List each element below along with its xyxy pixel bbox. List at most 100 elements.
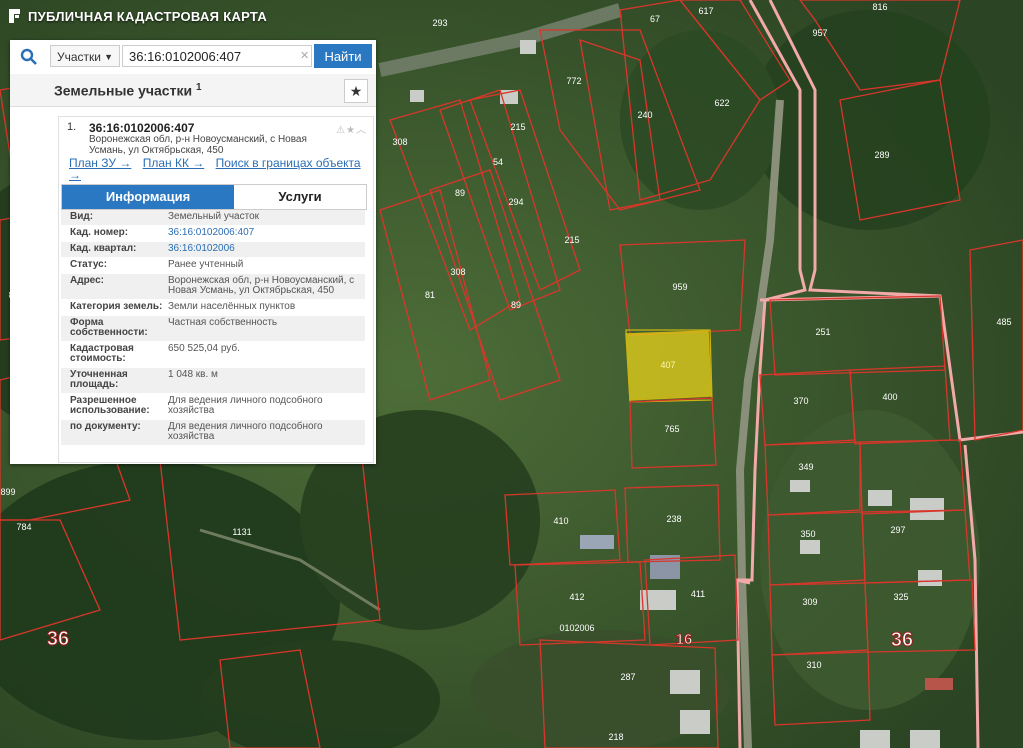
parcel-label: 410: [553, 516, 568, 526]
find-button[interactable]: Найти: [314, 44, 372, 68]
parcel-label: 816: [872, 2, 887, 12]
property-row: Кад. квартал: 36:16:0102006: [61, 242, 365, 258]
parcel-label: 251: [815, 327, 830, 337]
parcel-label: 407: [660, 360, 675, 370]
results-header: Земельные участки 1 ★: [10, 74, 376, 107]
parcel-label: 240: [637, 110, 652, 120]
favorite-star-icon[interactable]: ★: [344, 79, 368, 103]
category-select[interactable]: Участки ▼: [50, 45, 120, 67]
property-value: Для ведения личного подсобного хозяйства: [168, 395, 323, 416]
property-key: Категория земель:: [70, 301, 163, 312]
property-value: Земли населённых пунктов: [168, 301, 296, 312]
parcel-label: 67: [650, 14, 660, 24]
property-row: Вид: Земельный участок: [61, 210, 365, 226]
plan-kk-link[interactable]: План КК →: [143, 156, 205, 170]
parcel-label: 89: [455, 188, 465, 198]
property-key: по документу:: [70, 421, 141, 432]
app-title: ПУБЛИЧНАЯ КАДАСТРОВАЯ КАРТА: [28, 8, 268, 24]
parcel-label: 350: [800, 529, 815, 539]
property-key: Форма собственности:: [70, 317, 148, 338]
results-title-text: Земельные участки: [54, 82, 193, 99]
parcel-label: 325: [893, 592, 908, 602]
property-row: Кадастровая стоимость: 650 525,04 руб.: [61, 342, 365, 368]
property-value[interactable]: 36:16:0102006: [168, 244, 365, 254]
property-key: Кад. квартал:: [70, 243, 137, 254]
card-links: План ЗУ → План КК → Поиск в границах объ…: [69, 157, 369, 181]
parcel-label: 293: [432, 18, 447, 28]
property-value: Воронежская обл, р-н Новоусманский, с Но…: [168, 275, 355, 296]
property-key: Кадастровая стоимость:: [70, 343, 134, 364]
parcel-label: 215: [510, 122, 525, 132]
card-address: Воронежская обл, р-н Новоусманский, с Но…: [89, 134, 307, 156]
parcel-label: 772: [566, 76, 581, 86]
property-value: Ранее учтенный: [168, 259, 244, 270]
card-cad-number[interactable]: 36:16:0102006:407: [89, 121, 194, 135]
parcel-label: 370: [793, 396, 808, 406]
search-icon[interactable]: [20, 48, 38, 66]
parcel-label: 784: [16, 522, 31, 532]
parcel-label: 218: [608, 732, 623, 742]
district-label: 16: [676, 631, 693, 648]
card-action-icons[interactable]: ⚠★︿: [336, 121, 367, 136]
property-key: Уточненная площадь:: [70, 369, 128, 390]
property-row: Статус: Ранее учтенный: [61, 258, 365, 274]
parcel-label: 310: [806, 660, 821, 670]
parcel-label: 289: [874, 150, 889, 160]
property-row: Кад. номер: 36:16:0102006:407: [61, 226, 365, 242]
property-row: Форма собственности: Частная собственност…: [61, 316, 365, 342]
search-panel: Участки ▼ ✕ Найти Земельные участки 1 ★ …: [10, 40, 376, 464]
parcel-label: 411: [691, 589, 705, 599]
category-select-value: Участки: [57, 50, 101, 64]
parcel-label: 412: [569, 592, 584, 602]
parcel-label: 54: [493, 157, 503, 167]
parcel-label: 81: [425, 290, 435, 300]
chevron-down-icon: ▼: [104, 52, 113, 62]
parcel-label: 308: [450, 267, 465, 277]
property-table: Вид: Земельный участок Кад. номер: 36:16:01…: [61, 210, 365, 446]
property-value: Частная собственность: [168, 317, 278, 328]
property-key: Статус:: [70, 259, 108, 270]
parcel-label: 1131: [232, 527, 251, 537]
clear-icon[interactable]: ✕: [300, 49, 309, 62]
parcel-label: 215: [564, 235, 579, 245]
parcel-card: 1. 36:16:0102006:407 ⚠★︿ Воронежская обл…: [58, 116, 374, 463]
parcel-label: 238: [666, 514, 681, 524]
parcel-label: 89: [511, 300, 521, 310]
property-value: Для ведения личного подсобного хозяйства: [168, 421, 323, 442]
parcel-label: 0102006: [559, 623, 594, 633]
parcel-label: 485: [996, 317, 1011, 327]
parcel-label: 622: [714, 98, 729, 108]
parcel-label: 899: [0, 487, 15, 497]
property-key: Кад. номер:: [70, 227, 129, 238]
parcel-label: 308: [392, 137, 407, 147]
tab-information[interactable]: Информация: [62, 185, 234, 209]
search-input[interactable]: [122, 45, 312, 67]
property-row: Уточненная площадь: 1 048 кв. м: [61, 368, 365, 394]
property-row: Категория земель: Земли населённых пункто…: [61, 300, 365, 316]
card-tabs: Информация Услуги: [61, 184, 367, 210]
property-value: Земельный участок: [168, 211, 260, 222]
property-row: по документу: Для ведения личного подсобн…: [61, 420, 365, 446]
district-label: 36: [891, 629, 913, 651]
property-value: 1 048 кв. м: [168, 369, 218, 380]
parcel-label: 617: [698, 6, 713, 16]
card-index: 1.: [67, 121, 77, 133]
parcel-label: 287: [620, 672, 635, 682]
property-row: Адрес: Воронежская обл, р-н Новоусманский…: [61, 274, 365, 300]
app-header: ПУБЛИЧНАЯ КАДАСТРОВАЯ КАРТА: [8, 8, 267, 24]
parcel-label: 765: [664, 424, 679, 434]
results-count: 1: [195, 82, 202, 93]
property-value: 650 525,04 руб.: [168, 343, 240, 354]
parcel-label: 959: [672, 282, 687, 292]
tab-services[interactable]: Услуги: [234, 185, 366, 209]
results-title: Земельные участки 1: [54, 82, 202, 99]
parcel-label: 957: [812, 28, 827, 38]
parcel-label: 297: [890, 525, 905, 535]
district-label: 36: [47, 628, 69, 650]
parcel-label: 309: [802, 597, 817, 607]
property-row: Разрешенное использование: Для ведения ли…: [61, 394, 365, 420]
property-key: Разрешенное использование:: [70, 395, 150, 416]
search-bar: Участки ▼ ✕ Найти: [10, 40, 376, 75]
property-value[interactable]: 36:16:0102006:407: [168, 228, 365, 238]
property-key: Адрес:: [70, 275, 104, 286]
